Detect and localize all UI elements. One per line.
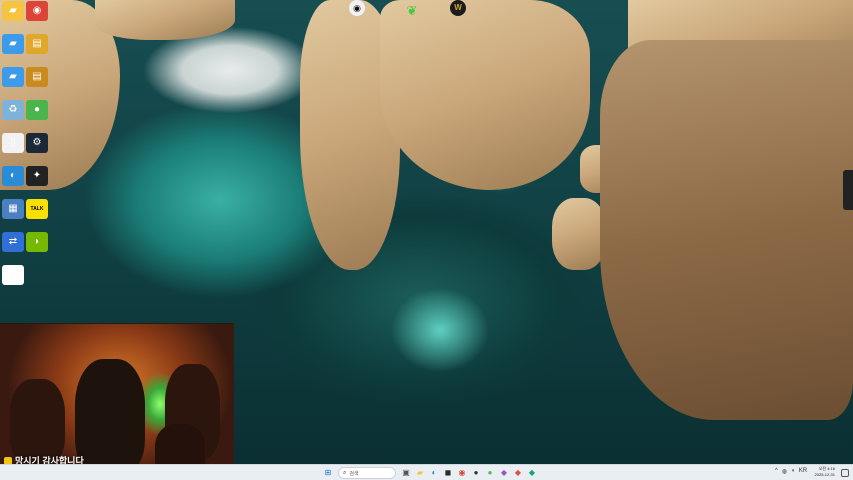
system-tray[interactable]: ^ ◍ ◖ KR [775, 468, 807, 475]
recycle-bin-icon[interactable]: ♻ [2, 100, 24, 120]
volume-icon[interactable]: ◖ [791, 468, 795, 475]
taskbar-store-button[interactable]: ◼ [442, 467, 454, 479]
start-button[interactable]: ⊞ [322, 467, 334, 479]
document-icon[interactable]: ▯ [2, 133, 24, 153]
folder-blue-glyph: ▰ [9, 38, 17, 49]
wallpaper-rock [95, 0, 235, 40]
kakaotalk-glyph: TALK [30, 205, 44, 212]
kakaotalk-icon[interactable]: TALK [26, 199, 48, 219]
taskbar-task-view-button[interactable]: ▣ [400, 467, 412, 479]
leaf-app-icon[interactable]: ❦ [401, 0, 423, 20]
nvidia-glyph: ◗ [33, 236, 41, 247]
edge-glyph: ◐ [9, 170, 17, 181]
remote-icon[interactable]: ⇄ [2, 232, 24, 252]
folder-blue-2-glyph: ▰ [9, 71, 17, 82]
control-panel-glyph: ▦ [8, 203, 18, 214]
search-icon: ⌕ [343, 469, 347, 476]
document-glyph: ▯ [10, 137, 16, 148]
clock-date: 2025-12-31 [814, 472, 835, 477]
notification-icon[interactable] [841, 469, 849, 477]
nvidia-icon[interactable]: ◗ [26, 232, 48, 252]
app-black-icon[interactable]: ✦ [26, 166, 48, 186]
taskbar-app-3-button[interactable]: ◆ [526, 467, 538, 479]
folder-blue-2-icon[interactable]: ▰ [2, 67, 24, 87]
clock-app-glyph: ◷ [8, 269, 18, 280]
taskbar-chrome-button[interactable]: ◉ [456, 467, 468, 479]
taskbar-clock[interactable]: 오전 4:16 2025-12-31 [815, 466, 835, 478]
edge-app-icon[interactable] [843, 170, 853, 210]
chrome-icon[interactable]: ◉ [26, 1, 48, 21]
remote-glyph: ⇄ [8, 236, 18, 247]
app-black-glyph: ✦ [32, 170, 42, 181]
archive-icon[interactable]: ▤ [26, 34, 48, 54]
wallpaper-rock [600, 40, 853, 420]
folder-blue-icon[interactable]: ▰ [2, 34, 24, 54]
taskbar-app-1-button[interactable]: ◆ [498, 467, 510, 479]
recycle-bin-glyph: ♻ [8, 104, 18, 115]
tray-overflow-icon[interactable]: ^ [775, 468, 778, 475]
archive-2-glyph: ▤ [32, 71, 42, 82]
control-panel-icon[interactable]: ▦ [2, 199, 24, 219]
search-placeholder: 검색 [349, 470, 359, 477]
search-input[interactable]: ⌕ 검색 [338, 467, 396, 479]
steam-icon[interactable]: ⚙ [26, 133, 48, 153]
wow-icon[interactable]: W [450, 0, 466, 16]
taskbar-edge-button[interactable]: ◐ [428, 467, 440, 479]
media-widget[interactable]: 망시기 감사합니다 ▲ 3 [0, 323, 234, 480]
steam-glyph: ⚙ [32, 137, 42, 148]
kakao-icon[interactable]: ● [26, 100, 48, 120]
wallpaper-rock [552, 198, 606, 270]
taskbar: ⊞ ⌕ 검색 ▣ ▰ ◐ ◼ ◉ ● ● ◆ ◆ ◆ ^ ◍ ◖ KR 오전 4:16 2025-… [0, 464, 853, 480]
taskbar-obs-button[interactable]: ● [470, 467, 482, 479]
widget-figure [75, 359, 145, 474]
widget-figure [10, 379, 65, 464]
language-indicator[interactable]: KR [799, 468, 807, 475]
kakao-glyph: ● [33, 104, 41, 115]
archive-glyph: ▤ [32, 38, 42, 49]
obs-icon[interactable]: ◉ [349, 0, 365, 16]
chrome-glyph: ◉ [32, 5, 42, 16]
wallpaper-rock [380, 0, 590, 190]
taskbar-kakao-button[interactable]: ● [484, 467, 496, 479]
taskbar-app-2-button[interactable]: ◆ [512, 467, 524, 479]
folder-yellow-glyph: ▰ [9, 5, 17, 16]
folder-yellow-icon[interactable]: ▰ [2, 1, 24, 21]
edge-icon[interactable]: ◐ [2, 166, 24, 186]
clock-app-icon[interactable]: ◷ [2, 265, 24, 285]
archive-2-icon[interactable]: ▤ [26, 67, 48, 87]
network-icon[interactable]: ◍ [782, 468, 787, 475]
taskbar-file-explorer-button[interactable]: ▰ [414, 467, 426, 479]
